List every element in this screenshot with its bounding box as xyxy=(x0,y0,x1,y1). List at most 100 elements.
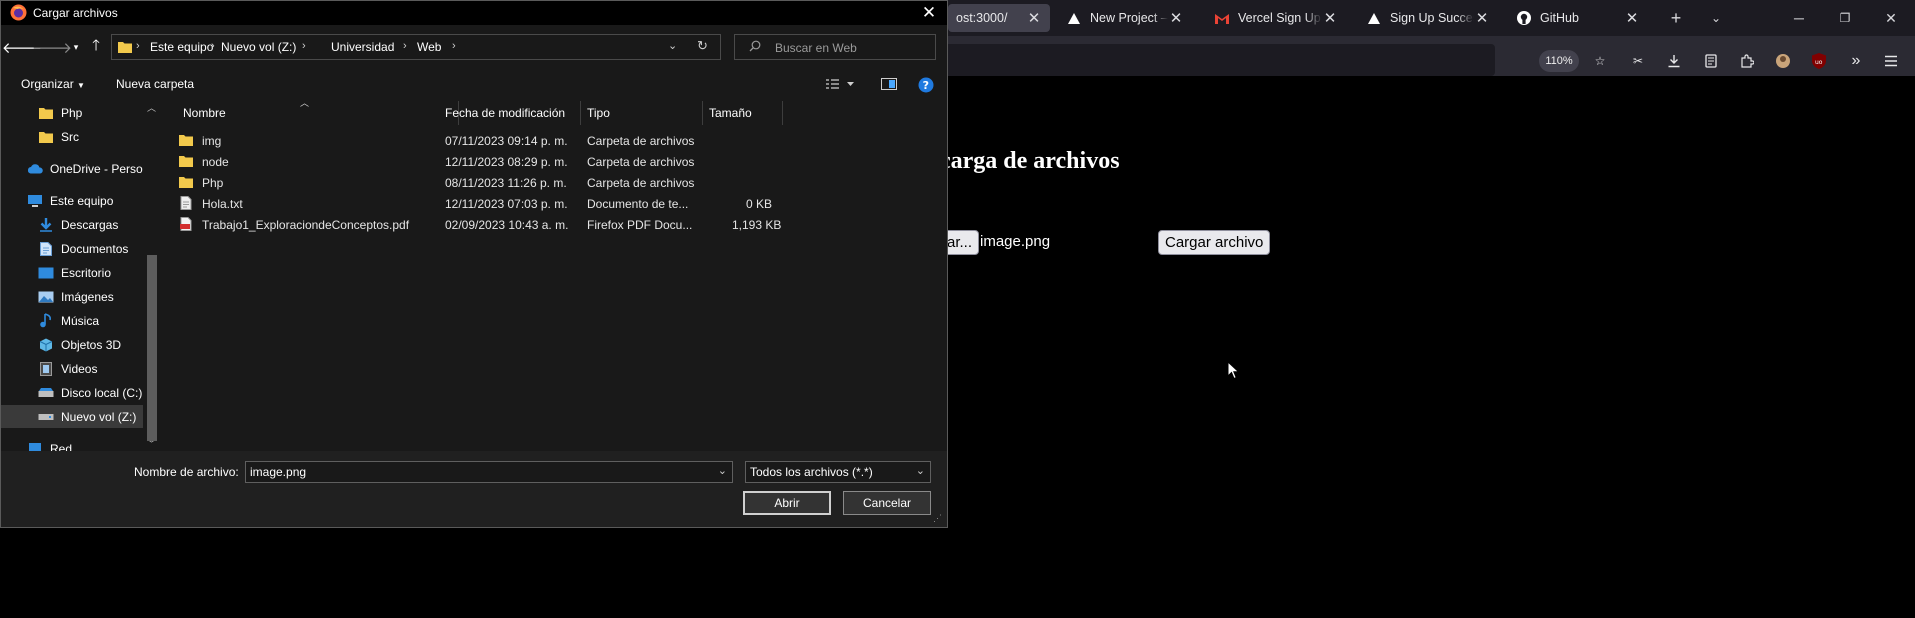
nav-item-new-volume-z[interactable]: Nuevo vol (Z:) xyxy=(1,405,143,428)
file-date: 02/09/2023 10:43 a. m. xyxy=(445,218,569,232)
search-icon xyxy=(749,40,761,55)
upload-button[interactable]: Cargar archivo xyxy=(1158,230,1271,255)
breadcrumb-item[interactable]: Este equipo xyxy=(150,40,213,54)
network-icon xyxy=(27,441,43,451)
folder-icon xyxy=(118,40,132,57)
address-dropdown-chevron-icon[interactable]: ⌄ xyxy=(668,39,677,52)
extensions-puzzle-icon[interactable] xyxy=(1734,48,1760,74)
new-tab-plus-icon[interactable]: + xyxy=(1654,0,1698,36)
nav-item-label: Nuevo vol (Z:) xyxy=(61,409,137,424)
nav-item-downloads[interactable]: Descargas xyxy=(1,213,143,236)
mouse-cursor-icon xyxy=(1227,360,1240,383)
search-placeholder: Buscar en Web xyxy=(775,41,857,55)
back-arrow-icon[interactable]: 🡐 xyxy=(2,35,42,59)
nav-scrollbar-thumb[interactable] xyxy=(147,255,157,441)
file-type-select[interactable]: Todos los archivos (*.*) ⌄ xyxy=(745,461,931,483)
breadcrumb-item[interactable]: Universidad xyxy=(331,40,394,54)
file-row[interactable]: Hola.txt 12/11/2023 07:03 p. m. Document… xyxy=(173,194,933,214)
nav-item-pictures[interactable]: Imágenes xyxy=(1,285,143,308)
reader-view-icon[interactable] xyxy=(1698,48,1724,74)
dialog-title: Cargar archivos xyxy=(33,6,118,20)
breadcrumb-item[interactable]: Web xyxy=(417,40,441,54)
svg-text:uo: uo xyxy=(1815,59,1823,66)
zoom-level-badge[interactable]: 110% xyxy=(1539,50,1579,72)
nav-item-documents[interactable]: Documentos xyxy=(1,237,143,260)
file-row[interactable]: Php 08/11/2023 11:26 p. m. Carpeta de ar… xyxy=(173,173,933,193)
close-window-icon[interactable]: ✕ xyxy=(1868,0,1914,36)
screenshot-scissors-icon[interactable]: ✂ xyxy=(1625,48,1651,74)
recent-locations-chevron-icon[interactable]: ▾ xyxy=(65,35,87,59)
close-icon[interactable]: ✕ xyxy=(1624,9,1640,27)
tab-localhost[interactable]: ost:3000/ ✕ xyxy=(948,4,1050,32)
organize-label: Organizar xyxy=(21,77,74,91)
file-row[interactable]: node 12/11/2023 08:29 p. m. Carpeta de a… xyxy=(173,152,933,172)
open-button[interactable]: Abrir xyxy=(743,491,831,515)
breadcrumb[interactable]: › Este equipo › Nuevo vol (Z:) › Univers… xyxy=(111,34,721,60)
dialog-title-bar: Cargar archivos ✕ xyxy=(1,1,947,25)
tab-sign-up-success[interactable]: Sign Up Successfu ✕ xyxy=(1358,4,1498,32)
nav-item-local-disk-c[interactable]: Disco local (C:) xyxy=(1,381,143,404)
bookmark-star-icon[interactable]: ☆ xyxy=(1587,48,1613,74)
filename-input[interactable]: image.png ⌄ xyxy=(245,461,733,483)
tab-new-project[interactable]: New Project – Ver ✕ xyxy=(1058,4,1192,32)
column-header-date[interactable]: Fecha de modificación xyxy=(439,101,581,125)
help-icon[interactable]: ? xyxy=(918,77,934,96)
resize-grip-icon[interactable]: ⋰ xyxy=(933,513,942,524)
organize-button[interactable]: Organizar ▼ xyxy=(21,77,85,91)
cancel-button[interactable]: Cancelar xyxy=(843,491,931,515)
folder-icon xyxy=(179,156,193,167)
close-icon[interactable]: ✕ xyxy=(1322,9,1338,27)
tab-list-chevron-icon[interactable]: ⌄ xyxy=(1694,0,1738,36)
nav-item-php[interactable]: Php xyxy=(1,101,143,124)
nav-item-src[interactable]: Src xyxy=(1,125,143,148)
column-header-label: Tipo xyxy=(587,106,610,120)
close-icon[interactable]: ✕ xyxy=(1168,9,1184,27)
svg-text:?: ? xyxy=(923,79,929,92)
column-header-type[interactable]: Tipo xyxy=(581,101,703,125)
folder-icon xyxy=(38,129,54,145)
nav-item-music[interactable]: Música xyxy=(1,309,143,332)
nav-item-label: Objetos 3D xyxy=(61,337,122,352)
refresh-icon[interactable]: ↻ xyxy=(697,38,708,54)
nav-item-videos[interactable]: Videos xyxy=(1,357,143,380)
nav-item-onedrive[interactable]: OneDrive - Persor xyxy=(1,157,143,180)
file-row[interactable]: Trabajo1_ExploraciondeConceptos.pdf 02/0… xyxy=(173,215,933,235)
preview-pane-icon[interactable] xyxy=(881,78,897,93)
close-icon[interactable]: ✕ xyxy=(1026,9,1042,27)
scroll-up-chevron-icon[interactable]: ︿ xyxy=(147,101,156,114)
restore-icon[interactable]: ❐ xyxy=(1822,0,1868,36)
file-date: 12/11/2023 08:29 p. m. xyxy=(445,155,568,169)
forward-arrow-icon[interactable]: 🡒 xyxy=(32,35,72,59)
file-name: node xyxy=(202,155,229,169)
nav-item-desktop[interactable]: Escritorio xyxy=(1,261,143,284)
file-row[interactable]: img 07/11/2023 09:14 p. m. Carpeta de ar… xyxy=(173,131,933,151)
profile-avatar-icon[interactable] xyxy=(1770,48,1796,74)
overflow-chevrons-icon[interactable]: » xyxy=(1843,48,1869,74)
breadcrumb-item[interactable]: Nuevo vol (Z:) xyxy=(221,40,296,54)
nav-item-network[interactable]: Red xyxy=(1,437,143,451)
drive-icon xyxy=(38,409,54,425)
ublock-origin-icon[interactable]: uo xyxy=(1806,48,1832,74)
nav-item-3d-objects[interactable]: Objetos 3D xyxy=(1,333,143,356)
chevron-down-icon[interactable]: ⌄ xyxy=(718,464,727,477)
view-options-icon[interactable] xyxy=(825,77,855,94)
tab-github[interactable]: GitHub ✕ xyxy=(1508,4,1648,32)
new-folder-button[interactable]: Nueva carpeta xyxy=(116,77,194,91)
column-header-name[interactable]: Nombre xyxy=(177,101,459,125)
column-header-size[interactable]: Tamaño xyxy=(703,101,783,125)
page-title: carga de archivos xyxy=(940,148,1120,174)
downloads-icon[interactable] xyxy=(1661,48,1687,74)
nav-item-this-pc[interactable]: Este equipo xyxy=(1,189,143,212)
file-list: Nombre ︿ Fecha de modificación Tipo Tama… xyxy=(163,98,947,451)
minimize-icon[interactable]: ─ xyxy=(1776,0,1822,36)
music-icon xyxy=(38,313,54,329)
search-input[interactable]: Buscar en Web xyxy=(734,34,936,60)
filename-value: image.png xyxy=(250,465,307,479)
nav-item-label: Descargas xyxy=(61,217,119,232)
close-icon[interactable]: ✕ xyxy=(1474,9,1490,27)
up-arrow-icon[interactable]: 🡑 xyxy=(85,35,107,59)
hamburger-menu-icon[interactable] xyxy=(1878,48,1904,74)
close-icon[interactable]: ✕ xyxy=(917,2,941,24)
firefox-logo-icon xyxy=(10,4,27,24)
tab-gmail[interactable]: Vercel Sign Up Ve ✕ xyxy=(1206,4,1346,32)
